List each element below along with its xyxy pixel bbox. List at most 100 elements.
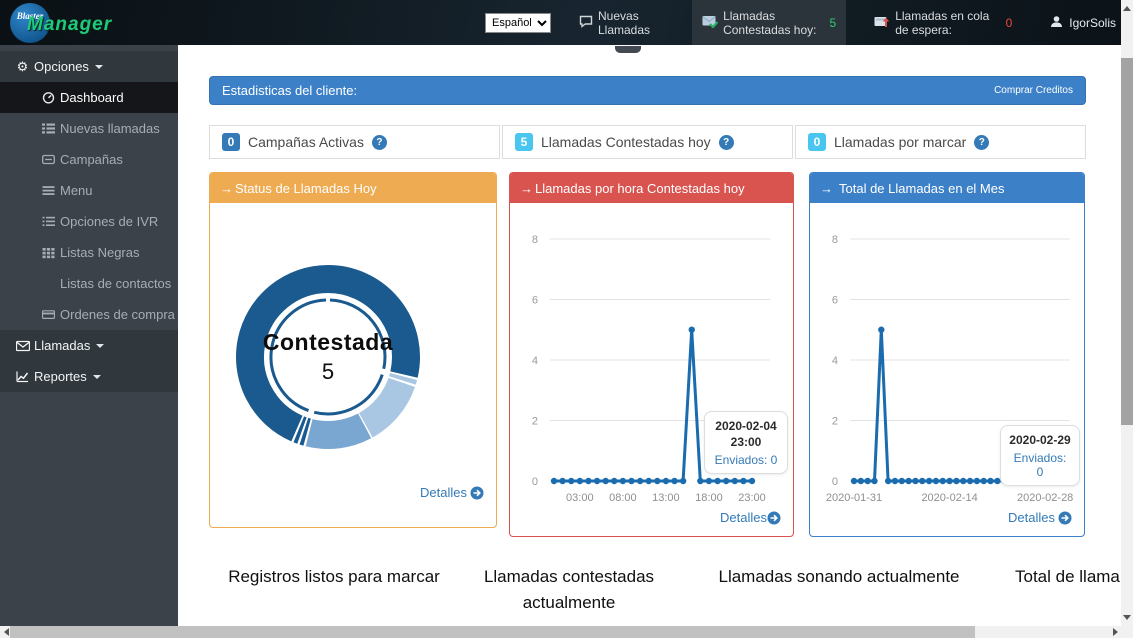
vertical-scrollbar-thumb[interactable] [1121,58,1133,425]
sidebar-item-label: Listas Negras [60,245,139,260]
nav-item-llamadas-en-cola[interactable]: Llamadas en cola de espera: 0 [864,0,1022,45]
queue-count: 0 [1006,16,1013,30]
comprar-creditos-link[interactable]: Comprar Creditos [994,85,1073,96]
panel-header: → Llamadas por hora Contestadas hoy [510,173,793,203]
donut-center-label: Contestada 5 [238,329,418,385]
scroll-down-arrow[interactable] [1121,610,1133,624]
vertical-scrollbar[interactable] [1121,0,1133,626]
sidebar-item-campanas[interactable]: Campañas [0,144,178,175]
question-icon[interactable]: ? [974,135,989,150]
sidebar-item-dashboard[interactable]: Dashboard [0,82,178,113]
detalles-link[interactable]: Detalles [720,510,781,525]
sidebar-item-listas-de-contactos[interactable]: Listas de contactos [0,268,178,299]
list-ol-icon [40,215,57,228]
circle-arrow-icon [767,511,781,525]
hourly-line-chart[interactable]: 0246803:0008:0013:0018:0023:00 [510,203,782,528]
svg-text:6: 6 [832,295,838,307]
stat-cards-row: 0 Campañas Activas ? 5 Llamadas Contesta… [209,125,1086,159]
question-icon[interactable]: ? [719,135,734,150]
answered-count: 5 [830,16,837,30]
detalles-link[interactable]: Detalles [420,485,484,500]
caret-down-icon [96,344,104,348]
panel-llamadas-por-hora: → Llamadas por hora Contestadas hoy 0246… [509,172,794,537]
question-icon[interactable]: ? [372,135,387,150]
gear-icon: ⚙ [14,60,31,73]
tooltip-time: 23:00 [713,434,779,450]
sidebar: ⚙ Opciones Dashboard Nuevas llamadas Cam… [0,45,178,626]
horizontal-scrollbar[interactable] [0,626,1121,638]
svg-text:08:00: 08:00 [609,492,637,504]
svg-text:4: 4 [832,355,838,367]
dashboard-icon [40,91,57,104]
svg-text:2: 2 [832,416,838,428]
panel-total-llamadas-mes: → Total de Llamadas en el Mes 024682020-… [809,172,1085,537]
chart-panels-row: → Status de Llamadas Hoy Contestada 5 De… [209,172,1086,537]
nav-item-nuevas-llamadas[interactable]: Nuevas Llamadas [569,0,674,45]
top-navbar: Blaster Manager Español Nuevas Llamadas [0,0,1133,45]
nav-item-llamadas-contestadas[interactable]: Llamadas Contestadas hoy: 5 [692,0,846,45]
caret-down-icon [95,65,103,69]
scroll-right-arrow[interactable] [1109,626,1121,638]
envelope-check-icon [702,15,718,31]
stat-card-label: Campañas Activas [248,134,364,150]
line-chart-area: 024682020-01-312020-02-142020-02-28 2020… [810,203,1084,533]
sidebar-item-reportes[interactable]: Reportes [0,361,178,392]
sidebar-item-opciones-de-ivr[interactable]: Opciones de IVR [0,206,178,237]
bottom-stats-header-row: Registros listos para marcar Llamadas co… [209,564,1121,615]
sidebar-item-opciones[interactable]: ⚙ Opciones [0,51,178,82]
panel-title: Llamadas por hora Contestadas hoy [535,181,745,196]
circle-arrow-icon [470,486,484,500]
sidebar-item-label: Campañas [60,152,123,167]
sidebar-item-nuevas-llamadas[interactable]: Nuevas llamadas [0,113,178,144]
inbox-alert-icon [874,15,890,31]
stat-card-llamadas-contestadas: 5 Llamadas Contestadas hoy ? [502,125,793,159]
donut-status-label: Contestada [238,329,418,356]
detalles-label: Detalles [1008,510,1055,525]
scroll-up-arrow[interactable] [1121,1,1133,15]
donut-status-value: 5 [238,359,418,385]
envelope-icon [14,340,31,352]
language-select[interactable]: Español [485,13,551,33]
sidebar-item-menu[interactable]: Menu [0,175,178,206]
svg-text:2: 2 [532,416,538,428]
stat-card-llamadas-por-marcar: 0 Llamadas por marcar ? [795,125,1086,159]
app-window: Blaster Manager Español Nuevas Llamadas [0,0,1133,638]
nav-item-label: Llamadas en cola de espera: [895,9,1000,37]
circle-arrow-icon [1058,511,1072,525]
panel-title: Status de Llamadas Hoy [235,181,377,196]
svg-text:23:00: 23:00 [738,492,766,504]
panel-header: → Status de Llamadas Hoy [210,173,496,203]
message-square-icon [40,153,57,166]
stats-header-bar: Estadisticas del cliente: Comprar Credit… [209,76,1086,105]
panel-title: Total de Llamadas en el Mes [839,181,1004,196]
count-badge: 0 [808,133,826,151]
line-chart-area: 0246803:0008:0013:0018:0023:00 2020-02-0… [510,203,793,533]
tooltip-date: 2020-02-29 [1009,432,1071,448]
horizontal-scrollbar-thumb[interactable] [10,626,975,638]
donut-chart-area: Contestada 5 Detalles [210,203,496,510]
tooltip-value: Enviados: 0 [713,453,779,467]
caret-down-icon [93,375,101,379]
stat-card-label: Llamadas por marcar [834,134,966,150]
svg-text:2020-01-31: 2020-01-31 [826,492,882,504]
svg-text:18:00: 18:00 [695,492,723,504]
bottom-label-sonando: Llamadas sonando actualmente [679,564,999,615]
detalles-label: Detalles [720,510,767,525]
svg-text:8: 8 [532,234,538,246]
panel-header: → Total de Llamadas en el Mes [810,173,1084,203]
nav-item-label: Llamadas Contestadas hoy: [723,9,824,37]
sidebar-item-llamadas[interactable]: Llamadas [0,330,178,361]
arrow-right-icon: → [520,181,533,196]
svg-text:13:00: 13:00 [652,492,680,504]
sidebar-item-ordenes-de-compra[interactable]: Ordenes de compra [0,299,178,330]
detalles-link[interactable]: Detalles [1008,510,1072,525]
brand-name: Manager [27,14,112,36]
arrow-right-icon: → [820,181,833,196]
sidebar-item-listas-negras[interactable]: Listas Negras [0,237,178,268]
tooltip-date: 2020-02-04 [713,418,779,434]
sidebar-item-label: Opciones [34,59,89,74]
sidebar-item-label: Reportes [34,369,87,384]
chart-tooltip: 2020-02-04 23:00 Enviados: 0 [704,411,788,474]
menu-icon [40,184,57,197]
svg-text:6: 6 [532,295,538,307]
